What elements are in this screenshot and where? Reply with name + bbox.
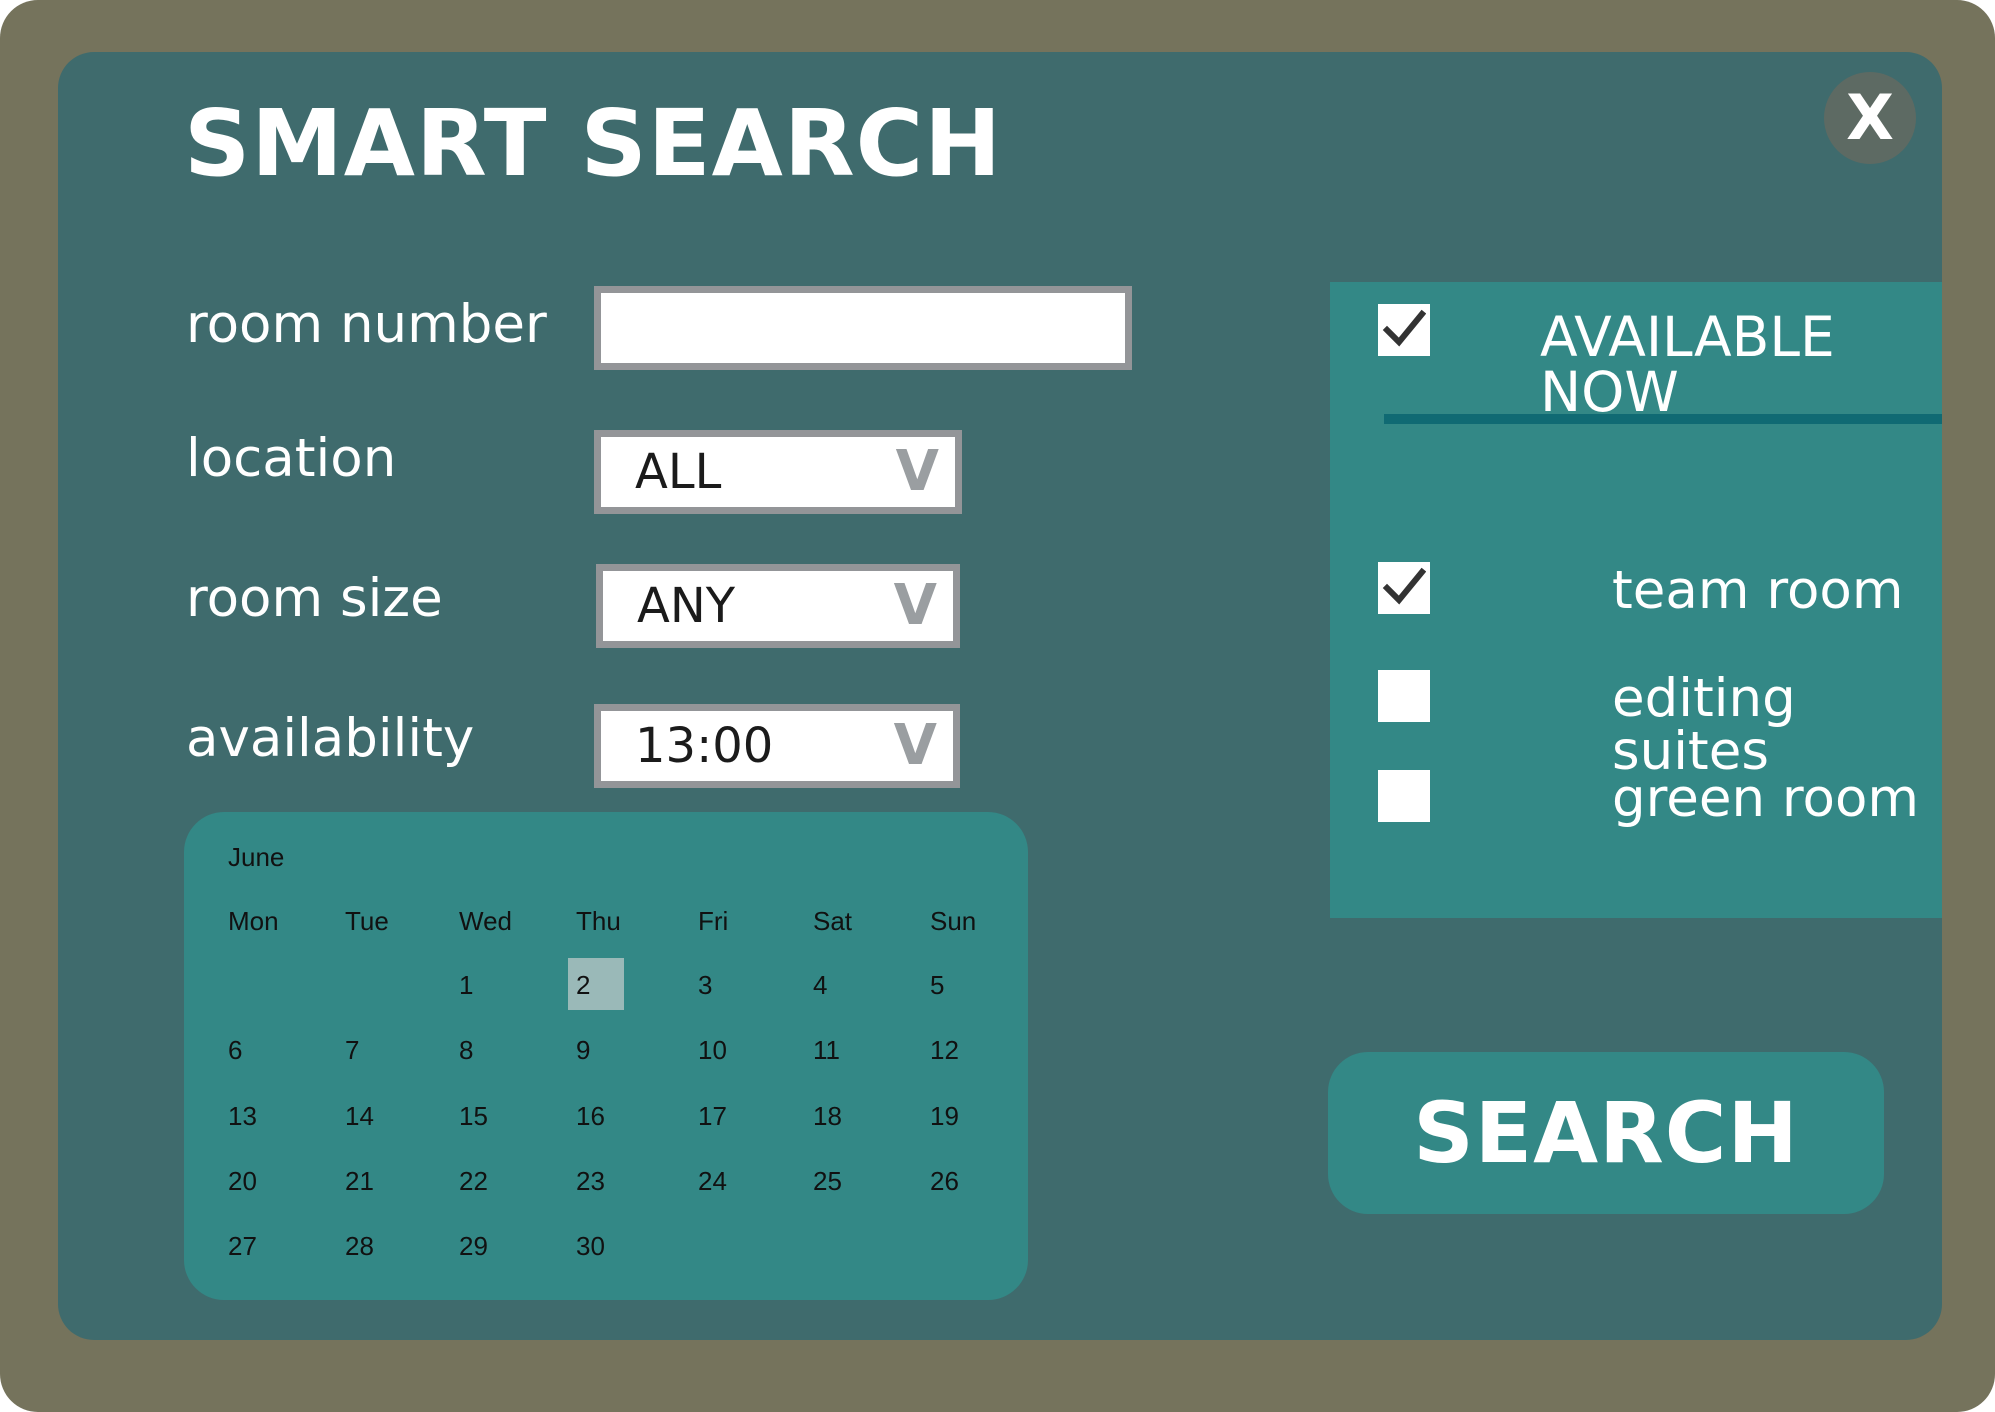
room-type-label: team room: [1612, 560, 1904, 621]
calendar-day[interactable]: 14: [345, 1103, 374, 1129]
checkmark-icon: [1382, 567, 1426, 605]
calendar-day[interactable]: 29: [459, 1233, 488, 1259]
smart-search-dialog: SMART SEARCH X room number location ALL …: [58, 52, 1942, 1340]
available-now-label: AVAILABLE NOW: [1540, 305, 1835, 424]
divider: [1384, 414, 1942, 424]
availability-value: 13:00: [635, 718, 774, 774]
dialog-title: SMART SEARCH: [184, 90, 1003, 197]
room-type-filters: AVAILABLE NOW team room editing suites gre…: [1330, 282, 1942, 918]
calendar-month: June: [228, 842, 285, 872]
availability-label: availability: [186, 708, 475, 769]
location-select[interactable]: ALL V: [594, 430, 962, 514]
calendar-day[interactable]: 21: [345, 1168, 374, 1194]
checkmark-icon: [1382, 309, 1426, 347]
calendar-day[interactable]: 7: [345, 1037, 359, 1063]
location-value: ALL: [635, 444, 722, 500]
calendar-day[interactable]: 30: [576, 1233, 605, 1259]
room-size-value: ANY: [637, 578, 736, 634]
room-size-select[interactable]: ANY V: [596, 564, 960, 648]
chevron-down-icon: V: [893, 573, 937, 638]
room-type-checkbox[interactable]: [1378, 562, 1430, 614]
calendar-day[interactable]: 11: [813, 1037, 840, 1063]
calendar-day[interactable]: 9: [576, 1037, 590, 1063]
chevron-down-icon: V: [895, 439, 939, 504]
calendar-day[interactable]: 10: [698, 1037, 727, 1063]
close-button[interactable]: X: [1824, 72, 1916, 164]
calendar-day[interactable]: 28: [345, 1233, 374, 1259]
calendar-day-selected[interactable]: 2: [568, 958, 624, 1010]
calendar-day[interactable]: 12: [930, 1037, 959, 1063]
calendar-day[interactable]: 26: [930, 1168, 959, 1194]
calendar-day[interactable]: 22: [459, 1168, 488, 1194]
calendar-day[interactable]: 1: [459, 972, 473, 998]
search-button-label: SEARCH: [1413, 1084, 1799, 1182]
room-type-checkbox[interactable]: [1378, 770, 1430, 822]
calendar-day[interactable]: 19: [930, 1103, 959, 1129]
calendar-day[interactable]: 5: [930, 972, 944, 998]
calendar-weekday: Sat: [813, 906, 853, 936]
room-size-label: room size: [186, 568, 443, 629]
calendar-weekday: Sun: [930, 906, 977, 936]
calendar-day[interactable]: 17: [698, 1103, 727, 1129]
room-number-label: room number: [186, 294, 547, 355]
room-type-label: editing suites: [1612, 668, 1796, 782]
calendar-weekday: Wed: [459, 906, 512, 936]
calendar-day[interactable]: 23: [576, 1168, 605, 1194]
calendar-day[interactable]: 13: [228, 1103, 257, 1129]
calendar-day[interactable]: 4: [813, 972, 827, 998]
calendar-day[interactable]: 3: [698, 972, 712, 998]
location-label: location: [186, 428, 397, 489]
calendar-day[interactable]: 20: [228, 1168, 257, 1194]
calendar-day[interactable]: 16: [576, 1103, 605, 1129]
calendar-weekday: Mon: [228, 906, 279, 936]
calendar-weekday: Tue: [345, 906, 389, 936]
calendar-weekday: Thu: [576, 906, 621, 936]
calendar-day[interactable]: 27: [228, 1233, 257, 1259]
calendar-day[interactable]: 8: [459, 1037, 473, 1063]
calendar-day[interactable]: 25: [813, 1168, 842, 1194]
room-type-checkbox[interactable]: [1378, 670, 1430, 722]
room-number-input[interactable]: [594, 286, 1132, 370]
calendar-day[interactable]: 18: [813, 1103, 842, 1129]
calendar: June Mon Tue Wed Thu Fri Sat Sun 1 2 3 4 5 6 7 8 9 10 11…: [184, 812, 1028, 1300]
availability-select[interactable]: 13:00 V: [594, 704, 960, 788]
search-button[interactable]: SEARCH: [1328, 1052, 1884, 1214]
available-now-checkbox[interactable]: [1378, 304, 1430, 356]
calendar-weekday: Fri: [698, 906, 729, 936]
chevron-down-icon: V: [893, 713, 937, 778]
window-frame: SMART SEARCH X room number location ALL …: [0, 0, 1995, 1412]
calendar-day[interactable]: 6: [228, 1037, 242, 1063]
calendar-day[interactable]: 24: [698, 1168, 727, 1194]
room-type-label: green room: [1612, 768, 1920, 829]
close-icon: X: [1846, 81, 1894, 154]
calendar-day[interactable]: 15: [459, 1103, 488, 1129]
